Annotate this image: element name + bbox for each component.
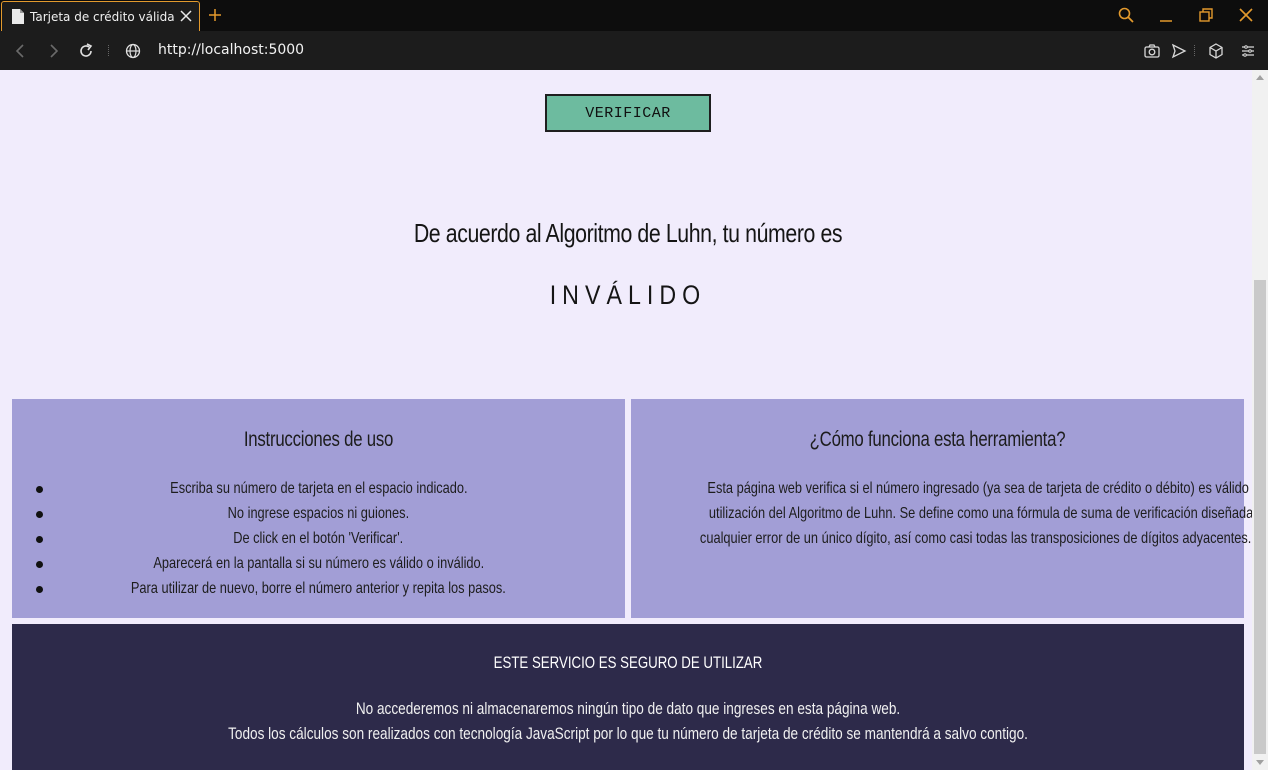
divider bbox=[108, 45, 109, 56]
paragraph-line: Esta página web verifica si el número in… bbox=[707, 480, 1268, 497]
how-it-works-text: Esta página web verifica si el número in… bbox=[631, 476, 1268, 551]
security-line-1: No accederemos ni almacenaremos ningún t… bbox=[355, 699, 901, 718]
result-status: INVÁLIDO bbox=[549, 280, 707, 310]
bullet-icon bbox=[36, 486, 43, 493]
scroll-up-icon[interactable] bbox=[1256, 75, 1264, 80]
close-window-icon[interactable] bbox=[1238, 7, 1254, 23]
tab-title: Tarjeta de crédito válida bbox=[30, 10, 175, 24]
search-icon[interactable] bbox=[1118, 7, 1134, 23]
how-it-works-card: ¿Cómo funciona esta herramienta? Esta pá… bbox=[631, 399, 1268, 618]
bullet-icon bbox=[36, 561, 43, 568]
divider bbox=[1194, 45, 1195, 56]
result-message: De acuerdo al Algoritmo de Luhn, tu núme… bbox=[413, 218, 843, 248]
list-item: Escriba su número de tarjeta en el espac… bbox=[12, 476, 625, 501]
camera-icon[interactable] bbox=[1143, 42, 1161, 60]
paragraph-line: utilización del Algoritmo de Luhn. Se de… bbox=[708, 505, 1268, 522]
list-item: Aparecerá en la pantalla si su número es… bbox=[12, 551, 625, 576]
menu-icon[interactable] bbox=[1239, 42, 1257, 60]
paragraph-line: cualquier error de un único dígito, así … bbox=[699, 530, 1252, 547]
restore-icon[interactable] bbox=[1198, 7, 1214, 23]
security-title: ESTE SERVICIO ES SEGURO DE UTILIZAR bbox=[493, 653, 763, 672]
scroll-thumb[interactable] bbox=[1254, 280, 1266, 754]
navigation-bar: http://localhost:5000 bbox=[0, 31, 1268, 70]
new-tab-icon[interactable] bbox=[207, 7, 223, 23]
minimize-icon[interactable] bbox=[1158, 7, 1174, 23]
verify-button[interactable]: VERIFICAR bbox=[545, 94, 711, 132]
back-icon[interactable] bbox=[12, 42, 30, 60]
send-icon[interactable] bbox=[1170, 42, 1188, 60]
page-viewport: VERIFICAR De acuerdo al Algoritmo de Luh… bbox=[0, 70, 1268, 770]
browser-tab[interactable]: Tarjeta de crédito válida bbox=[1, 1, 200, 31]
vertical-scrollbar[interactable] bbox=[1252, 70, 1268, 770]
forward-icon[interactable] bbox=[44, 42, 62, 60]
security-line-2: Todos los cálculos son realizados con te… bbox=[228, 724, 1028, 743]
instructions-list: Escriba su número de tarjeta en el espac… bbox=[12, 476, 625, 601]
instructions-title: Instrucciones de uso bbox=[243, 428, 394, 451]
instructions-card: Instrucciones de uso Escriba su número d… bbox=[12, 399, 625, 618]
security-notice: ESTE SERVICIO ES SEGURO DE UTILIZAR No a… bbox=[12, 624, 1244, 770]
cube-icon[interactable] bbox=[1207, 42, 1225, 60]
how-it-works-title: ¿Cómo funciona esta herramienta? bbox=[809, 428, 1066, 451]
list-item: Para utilizar de nuevo, borre el número … bbox=[12, 576, 625, 601]
globe-icon[interactable] bbox=[124, 42, 142, 60]
tab-bar: Tarjeta de crédito válida bbox=[0, 0, 1268, 31]
bullet-icon bbox=[36, 511, 43, 518]
list-item: No ingrese espacios ni guiones. bbox=[12, 501, 625, 526]
bullet-icon bbox=[36, 586, 43, 593]
close-tab-icon[interactable] bbox=[180, 10, 192, 22]
document-icon bbox=[12, 9, 24, 24]
scroll-down-icon[interactable] bbox=[1256, 760, 1264, 765]
reload-icon[interactable] bbox=[77, 42, 95, 60]
address-bar[interactable]: http://localhost:5000 bbox=[158, 42, 304, 58]
list-item: De click en el botón 'Verificar'. bbox=[12, 526, 625, 551]
bullet-icon bbox=[36, 536, 43, 543]
